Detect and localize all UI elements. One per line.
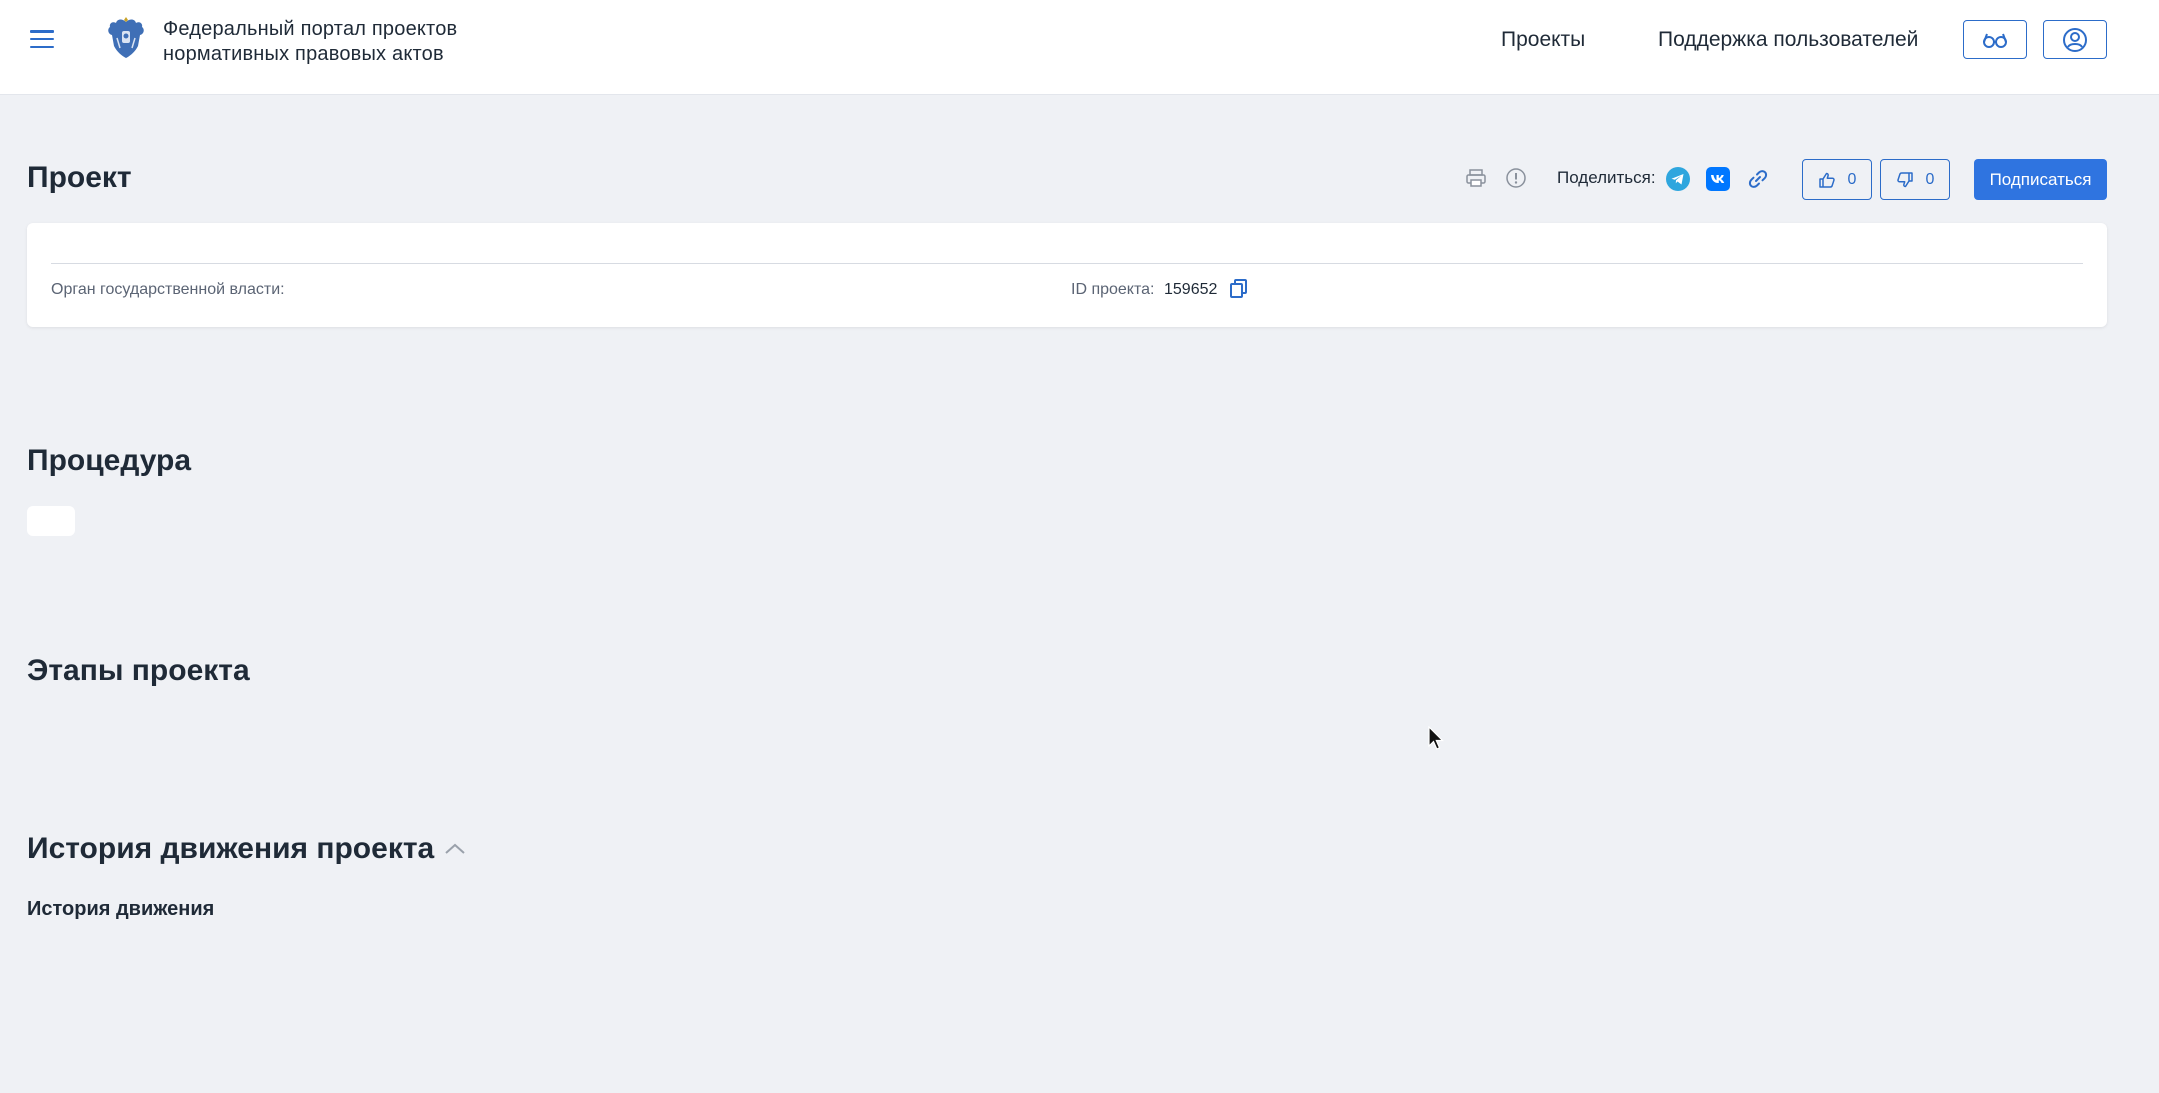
portal-title-line2: нормативных правовых актов xyxy=(163,43,444,65)
dislike-count: 0 xyxy=(1925,170,1935,188)
accessibility-button[interactable] xyxy=(1963,20,2027,59)
procedure-heading: Процедура xyxy=(27,444,192,477)
subscribe-button[interactable]: Подписаться xyxy=(1974,159,2107,200)
page-title: Проект xyxy=(27,161,132,194)
print-icon[interactable] xyxy=(1465,167,1487,189)
vk-icon[interactable] xyxy=(1706,167,1730,191)
share-label: Поделиться: xyxy=(1557,168,1656,187)
glasses-icon xyxy=(1983,33,2007,48)
stages-heading: Этапы проекта xyxy=(27,654,250,687)
hamburger-menu-icon[interactable] xyxy=(28,27,56,51)
like-count: 0 xyxy=(1847,170,1857,188)
thumbs-up-icon xyxy=(1818,172,1835,188)
coat-of-arms-logo[interactable] xyxy=(105,16,147,60)
site-header: Федеральный портал проектов нормативных … xyxy=(0,0,2159,95)
portal-title[interactable]: Федеральный портал проектов нормативных … xyxy=(163,17,503,67)
project-id-label: ID проекта: xyxy=(1071,281,1155,298)
account-button[interactable] xyxy=(2043,20,2107,59)
telegram-icon[interactable] xyxy=(1666,167,1690,191)
link-icon[interactable] xyxy=(1746,167,1770,191)
procedure-chip[interactable] xyxy=(27,506,75,536)
chevron-up-icon[interactable] xyxy=(440,838,470,860)
nav-support-link[interactable]: Поддержка пользователей xyxy=(1658,28,1918,52)
project-info-card: Орган государственной власти: ID проекта… xyxy=(27,223,2107,327)
like-button[interactable]: 0 xyxy=(1802,159,1872,200)
copy-icon[interactable] xyxy=(1228,277,1250,299)
thumbs-down-icon xyxy=(1896,171,1913,187)
user-circle-icon xyxy=(2063,27,2087,52)
project-id-value: 159652 xyxy=(1164,281,1218,298)
report-icon[interactable] xyxy=(1505,167,1527,189)
history-subheading: История движения xyxy=(27,898,215,920)
authority-label: Орган государственной власти: xyxy=(51,281,285,298)
portal-title-line1: Федеральный портал проектов xyxy=(163,18,458,40)
card-divider xyxy=(51,263,2083,264)
dislike-button[interactable]: 0 xyxy=(1880,159,1950,200)
mouse-cursor-icon xyxy=(1428,726,1444,750)
nav-projects-link[interactable]: Проекты xyxy=(1501,28,1585,52)
history-heading: История движения проекта xyxy=(27,832,435,865)
